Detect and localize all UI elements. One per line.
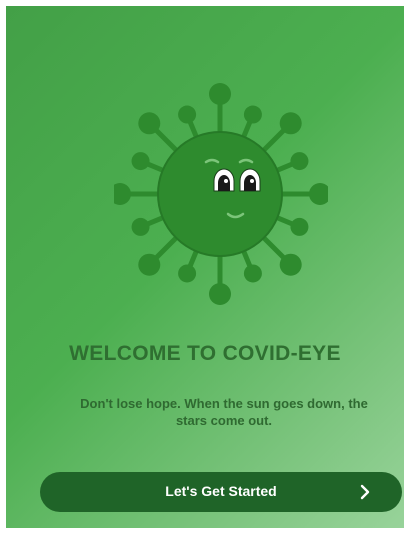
right-eye	[239, 168, 261, 192]
welcome-screen: WELCOME TO COVID-EYE Don't lose hope. Wh…	[6, 6, 404, 528]
virus-spike-knob	[309, 183, 328, 205]
virus-spike-knob	[138, 112, 161, 135]
virus-spike-knob	[243, 105, 262, 124]
virus-spike-knob	[290, 217, 309, 236]
virus-spike-knob	[114, 183, 131, 205]
welcome-message: Don't lose hope. When the sun goes down,…	[80, 396, 368, 428]
virus-spike-knob	[209, 83, 231, 105]
get-started-label: Let's Get Started	[165, 483, 277, 499]
get-started-button[interactable]: Let's Get Started	[40, 472, 402, 512]
virus-spike-knob	[131, 152, 150, 171]
virus-spike-knob	[243, 264, 262, 283]
virus-spike-knob	[279, 253, 302, 276]
welcome-title: WELCOME TO COVID-EYE	[69, 342, 341, 365]
left-eye	[213, 168, 235, 192]
virus-spike-knob	[290, 152, 309, 171]
chevron-right-icon	[360, 484, 370, 500]
virus-spike-knob	[178, 105, 197, 124]
virus-spike-knob	[279, 112, 302, 135]
virus-spike-knob	[178, 264, 197, 283]
virus-spike-knob	[131, 217, 150, 236]
virus-spike-knob	[138, 253, 161, 276]
virus-mascot-icon	[114, 83, 328, 305]
virus-spike-knob	[209, 283, 231, 305]
